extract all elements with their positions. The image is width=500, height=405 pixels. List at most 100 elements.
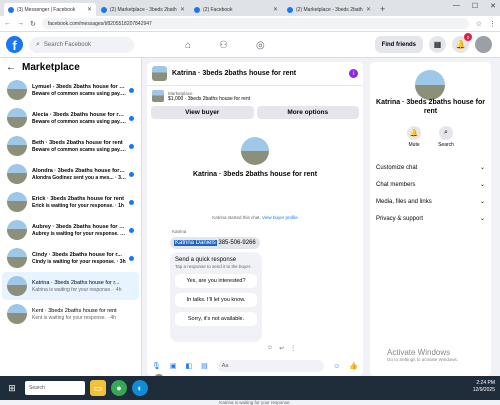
windows-start-icon[interactable]: ⊞	[4, 380, 20, 396]
conversation-info-panel: Katrina · 3beds 2baths house for rent 🔔 M…	[370, 62, 491, 376]
close-tab-icon[interactable]: ✕	[180, 6, 185, 13]
back-icon[interactable]: ←	[4, 20, 11, 27]
chat-thumbnail	[152, 66, 167, 81]
maximize-icon[interactable]: ☐	[472, 2, 478, 10]
quick-response-button[interactable]: In talks. I'll let you know.	[175, 293, 257, 307]
unread-dot	[129, 115, 134, 121]
like-icon[interactable]: 👍	[349, 362, 358, 370]
unread-dot	[129, 171, 134, 177]
more-options-button[interactable]: More options	[256, 106, 359, 119]
customize-chat-item[interactable]: Customize chat ⌄	[376, 159, 485, 176]
privacy-support-item[interactable]: Privacy & support ⌄	[376, 210, 485, 227]
microphone-icon[interactable]: 🎙	[152, 362, 161, 370]
browser-tab[interactable]: (2) Marketplace - 3beds 2bath ✕	[283, 3, 375, 16]
media-files-links-item[interactable]: Media, files and links ⌄	[376, 193, 485, 210]
listing-thumbnail	[7, 80, 27, 100]
listing-thumbnail	[7, 136, 27, 156]
close-tab-icon[interactable]: ✕	[87, 6, 92, 13]
notifications-bell-icon[interactable]: 🔔 2	[452, 33, 472, 53]
quick-response-button[interactable]: Sorry, it's not available.	[175, 312, 257, 326]
find-friends-button[interactable]: Find friends	[374, 36, 423, 53]
facebook-favicon	[194, 6, 200, 13]
reply-icon[interactable]: ↩	[279, 345, 284, 352]
friends-icon[interactable]: ⚇	[219, 40, 228, 51]
conversation-item[interactable]: Beth · 3beds 2baths house for rent Beware…	[2, 132, 139, 160]
message-bubble: Katrina Daniels 385-506-9266	[170, 237, 260, 249]
browser-tab-strip: (3) Messenger | Facebook ✕ (2) Marketplac…	[0, 0, 500, 16]
reload-icon[interactable]: ↻	[30, 20, 36, 28]
search-input[interactable]: ⌕ Search Facebook	[29, 36, 134, 53]
listing-thumbnail	[7, 108, 27, 128]
system-clock[interactable]: 2:24 PM 12/9/2025	[473, 380, 495, 394]
star-icon[interactable]: ☆	[476, 20, 482, 28]
conversation-item[interactable]: Cindy · 3beds 2baths house for r... Cindy…	[2, 244, 139, 272]
listing-thumbnail	[152, 90, 164, 102]
close-tab-icon[interactable]: ✕	[366, 6, 371, 13]
messenger-favicon	[8, 6, 14, 13]
sticker-icon[interactable]: ◧	[186, 362, 193, 370]
sender-name: Katrina	[172, 229, 187, 234]
browser-tab[interactable]: (3) Messenger | Facebook ✕	[4, 3, 96, 16]
chevron-down-icon: ⌄	[479, 216, 485, 222]
profile-avatar[interactable]	[475, 36, 492, 53]
conversation-item[interactable]: Aubrey · 3beds 2baths house for rent Aubr…	[2, 216, 139, 244]
unread-dot	[129, 255, 134, 261]
close-window-icon[interactable]: ✕	[490, 2, 496, 10]
file-explorer-icon[interactable]: ▭	[90, 380, 106, 396]
listing-thumbnail	[7, 248, 27, 268]
taskbar-search[interactable]: Search	[25, 381, 85, 395]
chrome-icon[interactable]: ●	[111, 380, 127, 396]
gif-icon[interactable]: ▤	[201, 362, 208, 370]
browser-tab[interactable]: (2) Facebook ✕	[190, 3, 282, 16]
waiting-note: Katrina is waiting for your response.	[219, 400, 291, 405]
chat-members-item[interactable]: Chat members ⌄	[376, 176, 485, 193]
conversation-item[interactable]: Kent · 3beds 2baths house for rent Kent i…	[2, 300, 139, 328]
listing-summary[interactable]: Marketplace $1,000 · 3beds 2baths house f…	[147, 86, 363, 106]
search-button[interactable]: ⌕ Search	[438, 126, 454, 148]
bell-icon: 🔔	[407, 126, 422, 140]
address-bar: ← → ↻ facebook.com/messages/t/8205518207…	[0, 16, 500, 32]
conversation-item[interactable]: Erick · 3beds 2baths house for rent Erick…	[2, 188, 139, 216]
view-buyer-button[interactable]: View buyer	[151, 106, 254, 119]
groups-icon[interactable]: ◎	[256, 40, 265, 51]
chevron-down-icon: ⌄	[479, 199, 485, 205]
minimize-icon[interactable]: —	[453, 2, 460, 10]
close-tab-icon[interactable]: ✕	[273, 6, 278, 13]
menu-icon[interactable]: ⋮	[489, 20, 496, 28]
emoji-icon[interactable]: ☺	[333, 363, 340, 370]
conversation-item[interactable]: Alondra · 3beds 2baths house for rent Alo…	[2, 160, 139, 188]
conversation-item-selected[interactable]: Katrina · 3beds 2baths house for r... Kat…	[2, 272, 139, 300]
message-thread: Katrina · 3beds 2baths house for rent Ka…	[147, 119, 363, 405]
facebook-header: f ⌕ Search Facebook ⌂ ⚇ ◎ Find friends ▦ …	[0, 32, 500, 58]
chat-title[interactable]: Katrina · 3beds 2baths house for rent	[172, 70, 349, 77]
emoji-react-icon[interactable]: ☺	[267, 345, 273, 352]
apps-menu-icon[interactable]: ▦	[429, 36, 446, 53]
url-field[interactable]: facebook.com/messages/t/8205518207842947	[41, 18, 469, 29]
chat-header: Katrina · 3beds 2baths house for rent i	[147, 62, 363, 86]
facebook-logo-icon[interactable]: f	[6, 36, 23, 53]
mute-button[interactable]: 🔔 Mute	[407, 126, 422, 148]
chat-panel: Katrina · 3beds 2baths house for rent i …	[147, 62, 363, 405]
conversation-item[interactable]: Lymuel - 3beds 2baths house for rent Bewa…	[2, 76, 139, 104]
listing-thumbnail	[7, 220, 27, 240]
conversation-item[interactable]: Alecia · 3beds 2baths house for rent Bewa…	[2, 104, 139, 132]
chevron-down-icon: ⌄	[479, 182, 485, 188]
edge-icon[interactable]: ◐	[132, 380, 148, 396]
new-tab-icon[interactable]: +	[380, 4, 385, 14]
message-input[interactable]: Aa	[216, 360, 325, 372]
listing-thumbnail	[7, 164, 27, 184]
browser-tab[interactable]: (2) Marketplace - 3beds 2bath ✕	[97, 3, 189, 16]
forward-icon[interactable]: →	[17, 20, 24, 27]
chat-started-note: Katrina started this chat. View buyer pr…	[212, 215, 298, 220]
listing-avatar	[415, 70, 445, 100]
facebook-favicon	[101, 6, 107, 13]
unread-dot	[129, 87, 134, 93]
home-icon[interactable]: ⌂	[185, 40, 191, 51]
quick-response-button[interactable]: Yes, are you interested?	[175, 274, 257, 288]
image-icon[interactable]: ▣	[170, 362, 177, 370]
more-icon[interactable]: ⋮	[290, 345, 296, 352]
view-buyer-profile-link[interactable]: View buyer profile	[262, 215, 298, 220]
back-arrow-icon[interactable]: ←	[6, 62, 16, 73]
info-icon[interactable]: i	[349, 69, 358, 78]
search-icon: ⌕	[439, 126, 453, 140]
